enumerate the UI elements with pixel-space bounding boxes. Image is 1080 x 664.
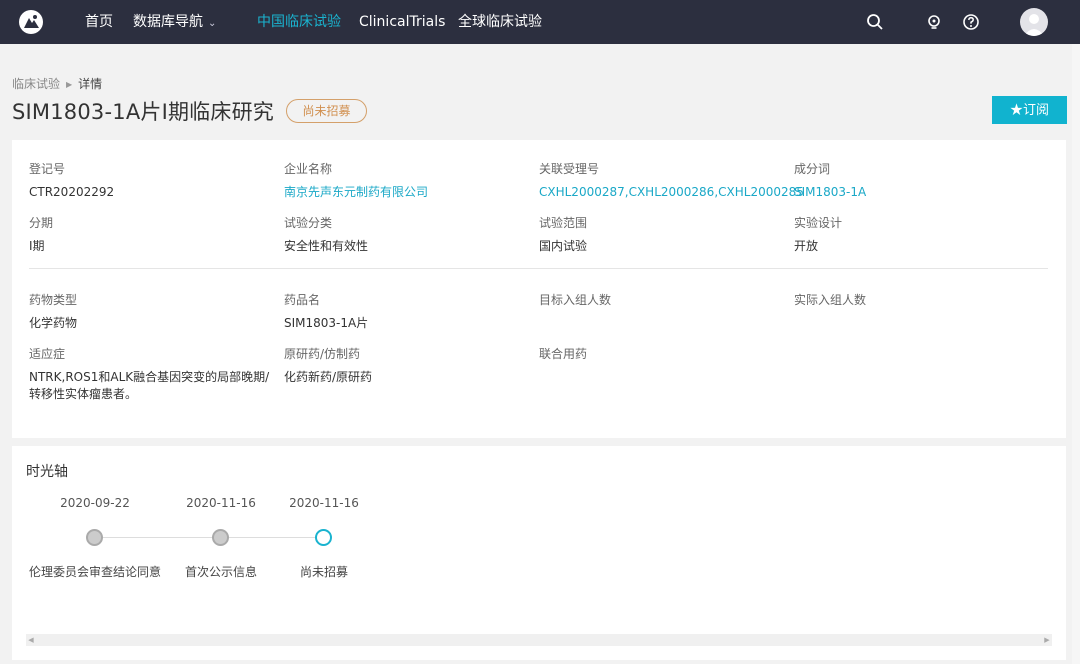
field-label: 试验范围 (539, 216, 588, 230)
field-value: NTRK,ROS1和ALK融合基因突变的局部晚期/转移性实体瘤患者。 (29, 370, 270, 401)
field-company: 企业名称 南京先声东元制药有限公司 (284, 160, 534, 201)
vertical-scrollbar[interactable] (1072, 44, 1080, 664)
field-label: 实际入组人数 (794, 293, 867, 307)
breadcrumb-current: 详情 (78, 77, 103, 91)
field-label: 成分词 (794, 162, 831, 176)
company-link[interactable]: 南京先声东元制药有限公司 (284, 184, 534, 201)
field-phase: 分期 I期 (29, 214, 279, 255)
top-nav-bar: 首页 数据库导航 ⌄ 中国临床试验 ClinicalTrials 全球临床试验 (0, 0, 1080, 44)
timeline-dot[interactable] (86, 529, 103, 546)
scroll-left-icon[interactable]: ◀ (26, 634, 36, 646)
field-value: 安全性和有效性 (284, 239, 369, 253)
field-component: 成分词 SIM1803-1A (794, 160, 1044, 201)
trial-info-card: 登记号 CTR20202292 企业名称 南京先声东元制药有限公司 关联受理号 … (12, 140, 1066, 438)
breadcrumb-parent[interactable]: 临床试验 (12, 77, 60, 91)
nav-china-trials[interactable]: 中国临床试验 (257, 0, 341, 44)
field-drug-type: 药物类型 化学药物 (29, 291, 279, 332)
field-value: 化药新药/原研药 (284, 370, 373, 384)
field-category: 试验分类 安全性和有效性 (284, 214, 534, 255)
search-icon[interactable] (866, 13, 884, 31)
field-design: 实验设计 开放 (794, 214, 1044, 255)
divider (29, 268, 1048, 269)
nav-global-trials[interactable]: 全球临床试验 (458, 0, 542, 44)
field-origin: 原研药/仿制药 化药新药/原研药 (284, 345, 534, 386)
component-link[interactable]: SIM1803-1A (794, 184, 1044, 201)
field-label: 试验分类 (284, 216, 333, 230)
nav-home[interactable]: 首页 (85, 0, 113, 44)
nav-clinicaltrials[interactable]: ClinicalTrials (359, 0, 445, 44)
nav-database-label: 数据库导航 (133, 14, 203, 30)
field-label: 原研药/仿制药 (284, 347, 361, 361)
field-scope: 试验范围 国内试验 (539, 214, 789, 255)
lightbulb-icon[interactable] (925, 13, 943, 31)
chevron-right-icon: ▶ (66, 80, 73, 89)
field-label: 适应症 (29, 347, 66, 361)
field-reg-no: 登记号 CTR20202292 (29, 160, 279, 201)
timeline-date: 2020-11-16 (289, 496, 359, 510)
field-label: 实验设计 (794, 216, 843, 230)
field-label: 药品名 (284, 293, 321, 307)
field-value: I期 (29, 239, 45, 253)
timeline-label: 伦理委员会审查结论同意 (28, 565, 161, 579)
timeline-card: 时光轴 2020-09-22 伦理委员会审查结论同意 2020-11-16 首次… (12, 446, 1066, 660)
field-label: 联合用药 (539, 347, 588, 361)
avatar-icon[interactable] (1020, 8, 1048, 36)
field-label: 目标入组人数 (539, 293, 612, 307)
field-combination-drug: 联合用药 (539, 345, 789, 369)
field-value: 化学药物 (29, 316, 78, 330)
field-value: 开放 (794, 239, 819, 253)
field-label: 企业名称 (284, 162, 333, 176)
timeline-dot-current[interactable] (315, 529, 332, 546)
field-label: 药物类型 (29, 293, 78, 307)
timeline-title: 时光轴 (26, 464, 68, 480)
nav-database-menu[interactable]: 数据库导航 ⌄ (133, 0, 216, 44)
field-indication: 适应症 NTRK,ROS1和ALK融合基因突变的局部晚期/转移性实体瘤患者。 (29, 345, 279, 403)
page-title: SIM1803-1A片I期临床研究 (12, 100, 274, 124)
field-target-enrollment: 目标入组人数 (539, 291, 789, 315)
acceptance-no-link[interactable]: CXHL2000287,CXHL2000286,CXHL2000285 (539, 184, 804, 201)
timeline-line (94, 537, 324, 538)
field-label: 登记号 (29, 162, 66, 176)
field-label: 关联受理号 (539, 162, 600, 176)
field-value: 国内试验 (539, 239, 588, 253)
scroll-right-icon[interactable]: ▶ (1042, 634, 1052, 646)
chevron-down-icon: ⌄ (208, 18, 217, 29)
field-acceptance-no: 关联受理号 CXHL2000287,CXHL2000286,CXHL200028… (539, 160, 804, 201)
subscribe-button[interactable]: ★订阅 (992, 96, 1067, 124)
field-actual-enrollment: 实际入组人数 (794, 291, 1044, 315)
help-icon[interactable] (962, 13, 980, 31)
timeline-dot[interactable] (212, 529, 229, 546)
field-label: 分期 (29, 216, 54, 230)
logo-icon[interactable] (18, 9, 44, 35)
horizontal-scrollbar[interactable]: ◀ ▶ (26, 634, 1052, 646)
field-value: CTR20202292 (29, 185, 115, 199)
status-badge: 尚未招募 (286, 99, 367, 123)
field-value: SIM1803-1A片 (284, 316, 369, 330)
field-drug-name: 药品名 SIM1803-1A片 (284, 291, 534, 332)
breadcrumb: 临床试验 ▶ 详情 (12, 75, 102, 92)
timeline-date: 2020-09-22 (60, 496, 130, 510)
timeline-label: 尚未招募 (299, 565, 348, 579)
